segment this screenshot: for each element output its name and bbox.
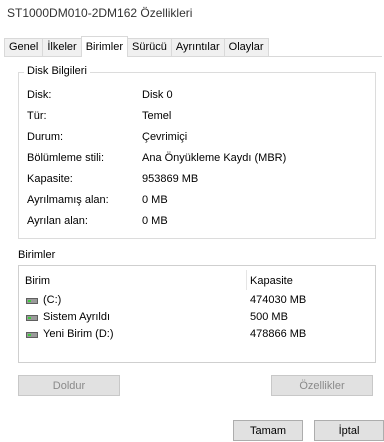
volume-capacity: 474030 MB [250,294,307,306]
unallocated-value: 0 MB [142,194,168,206]
partition-style-value: Ana Önyükleme Kaydı (MBR) [142,152,287,164]
column-header-volume[interactable]: Birim [25,275,50,287]
properties-button[interactable]: Özellikler [271,375,373,396]
volumes-section-label: Birimler [18,249,56,261]
volume-name: (C:) [43,294,62,306]
volume-row[interactable]: Sistem Ayrıldı 500 MB [19,311,373,328]
volume-disk-icon [26,315,38,321]
tab-details[interactable]: Ayrıntılar [170,38,224,56]
status-value: Çevrimiçi [142,131,188,143]
unallocated-label: Ayrılmamış alan: [27,194,109,206]
status-label: Durum: [27,131,64,143]
disk-label: Disk: [27,89,52,101]
volume-row[interactable]: Yeni Birim (D:) 478866 MB [19,328,373,345]
column-header-capacity[interactable]: Kapasite [250,275,293,287]
volume-disk-icon [26,298,38,304]
partition-style-label: Bölümleme stili: [27,152,105,164]
column-separator[interactable] [246,270,247,290]
disk-info-legend: Disk Bilgileri [24,65,90,77]
allocated-value: 0 MB [142,215,168,227]
volume-name: Yeni Birim (D:) [43,328,114,340]
tab-general[interactable]: Genel [4,38,43,56]
type-label: Tür: [27,110,47,122]
volume-capacity: 500 MB [250,311,288,323]
populate-button[interactable]: Doldur [18,375,120,396]
type-value: Temel [142,110,172,122]
tab-bar: Genel İlkeler Birimler Sürücü Ayrıntılar… [4,36,269,57]
window-title: ST1000DM010-2DM162 Özellikleri [7,6,193,20]
volume-disk-icon [26,332,38,338]
tab-events[interactable]: Olaylar [223,38,269,56]
capacity-value: 953869 MB [142,173,199,185]
capacity-label: Kapasite: [27,173,73,185]
ok-button[interactable]: Tamam [233,420,303,441]
allocated-label: Ayrılan alan: [27,215,88,227]
tab-volumes[interactable]: Birimler [80,36,128,57]
cancel-button[interactable]: İptal [314,420,384,441]
volumes-list[interactable]: Birim Kapasite (C:) 474030 MB Sistem Ayr… [18,265,376,363]
volume-capacity: 478866 MB [250,328,307,340]
volume-row[interactable]: (C:) 474030 MB [19,294,373,311]
tab-driver[interactable]: Sürücü [127,38,171,56]
volume-name: Sistem Ayrıldı [43,311,111,323]
disk-value: Disk 0 [142,89,173,101]
tab-policies[interactable]: İlkeler [42,38,81,56]
